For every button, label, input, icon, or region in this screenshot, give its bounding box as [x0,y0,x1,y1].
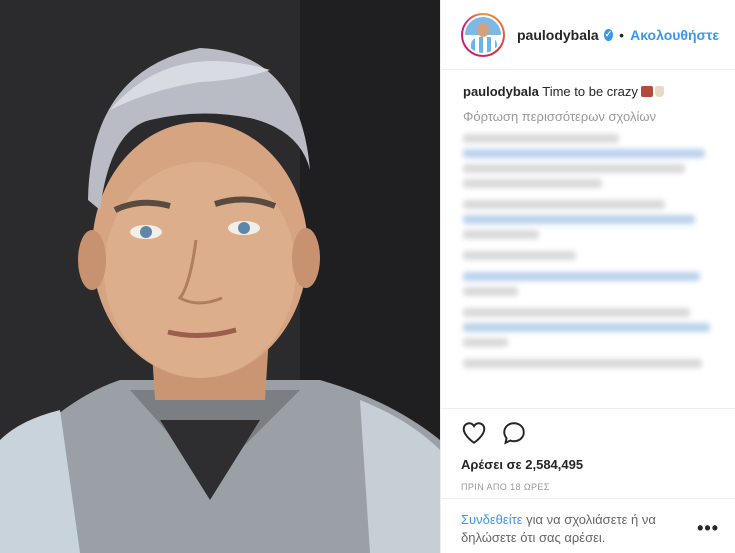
cup-emoji-icon [654,86,664,97]
selfie-illustration [0,0,440,553]
caption-text: Time to be crazy [542,84,638,99]
blurred-comment [463,359,715,368]
verified-badge-icon: ✓ [603,28,614,41]
post-caption: paulodybala Time to be crazy [463,83,715,101]
post-photo[interactable] [0,0,440,553]
avatar[interactable] [463,14,503,55]
post-header: paulodybala ✓ • Ακολουθήστε [441,0,735,70]
header-username[interactable]: paulodybala [517,27,599,43]
login-prompt: Συνδεθείτε για να σχολιάσετε ή να δηλώσε… [441,498,735,553]
comment-bubble-icon[interactable] [501,420,527,446]
chest-emoji-icon [640,86,653,97]
separator-dot: • [619,26,625,43]
blurred-comment [463,134,715,188]
follow-button[interactable]: Ακολουθήστε [630,27,719,43]
post-timestamp[interactable]: ΠΡΙΝ ΑΠΟ 18 ΩΡΕΣ [461,482,715,492]
avatar-ring[interactable] [461,12,505,57]
likes-count[interactable]: Αρέσει σε 2,584,495 [461,457,715,472]
blurred-comment [463,272,715,296]
blurred-comment [463,251,715,260]
post-sidebar: paulodybala ✓ • Ακολουθήστε paulodybala … [440,0,735,553]
load-more-comments-link[interactable]: Φόρτωση περισσότερων σχολίων [463,109,715,124]
blurred-comment [463,308,715,347]
post-actions: Αρέσει σε 2,584,495 ΠΡΙΝ ΑΠΟ 18 ΩΡΕΣ [441,408,735,492]
heart-icon[interactable] [461,420,487,446]
action-icons [461,419,715,447]
comments-section: paulodybala Time to be crazy Φόρτωση περ… [441,71,735,408]
caption-username[interactable]: paulodybala [463,84,539,99]
more-options-icon[interactable]: ••• [697,519,719,537]
blurred-comment [463,200,715,239]
login-link[interactable]: Συνδεθείτε [461,512,523,527]
